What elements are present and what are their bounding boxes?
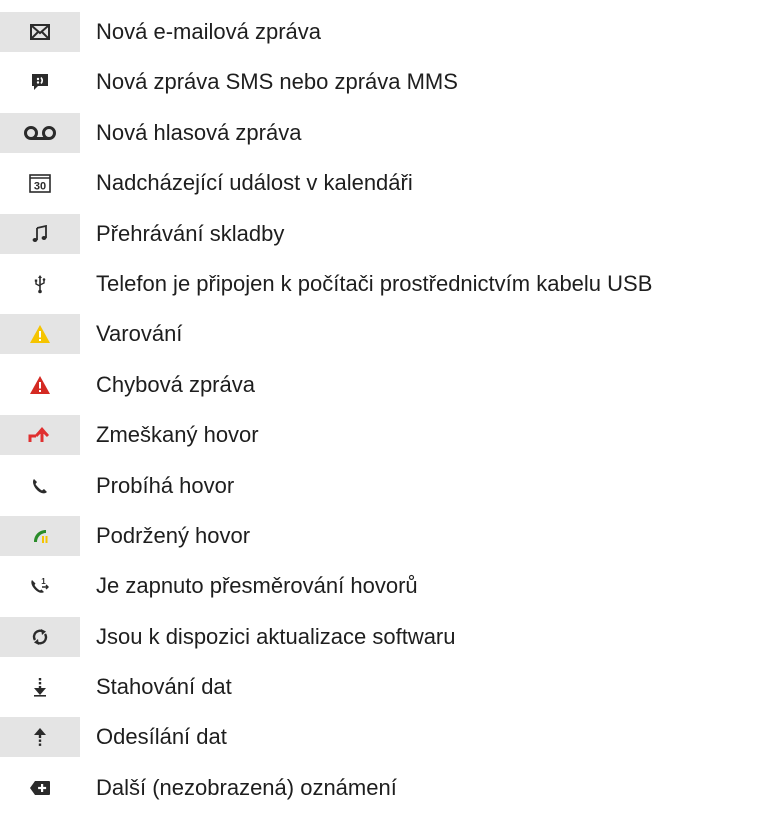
upload-icon	[0, 717, 80, 758]
legend-row-call-on-hold: Podržený hovor	[0, 511, 775, 561]
legend-row-more-notifications: Další (nezobrazená) oznámení	[0, 763, 775, 813]
legend-label: Zmeškaný hovor	[96, 422, 259, 448]
download-icon	[0, 667, 80, 707]
call-forwarding-icon: 1	[0, 566, 80, 606]
sms-mms-icon	[0, 62, 80, 102]
legend-row-software-update: Jsou k dispozici aktualizace softwaru	[0, 612, 775, 662]
legend-label: Nová zpráva SMS nebo zpráva MMS	[96, 69, 458, 95]
legend-label: Nová e-mailová zpráva	[96, 19, 321, 44]
legend-label: Chybová zpráva	[96, 371, 255, 397]
missed-call-icon	[0, 415, 80, 456]
legend-row-download: Stahování dat	[0, 662, 775, 712]
software-update-icon	[0, 616, 80, 657]
legend-label: Nadcházející událost v kalendáři	[96, 170, 413, 196]
legend-row-warning: Varování	[0, 309, 775, 359]
legend-label: Telefon je připojen k počítači prostředn…	[96, 270, 653, 296]
legend-row-sms-mms: Nová zpráva SMS nebo zpráva MMS	[0, 57, 775, 107]
legend-label: Jsou k dispozici aktualizace softwaru	[96, 623, 456, 649]
legend-label: Odesílání dat	[96, 724, 227, 750]
legend-label: Další (nezobrazená) oznámení	[96, 774, 397, 800]
legend-row-call-in-progress: Probíhá hovor	[0, 461, 775, 511]
legend-label: Nová hlasová zpráva	[96, 119, 302, 145]
legend-row-calendar: 30 Nadcházející událost v kalendáři	[0, 158, 775, 208]
notification-icon-legend: Nová e-mailová zpráva Nová zpráva SMS ne…	[0, 7, 775, 813]
more-notifications-icon	[0, 768, 80, 808]
warning-icon	[0, 314, 80, 355]
calendar-icon-day: 30	[34, 181, 46, 193]
legend-label: Probíhá hovor	[96, 472, 235, 498]
legend-row-email: Nová e-mailová zpráva	[0, 7, 775, 57]
call-in-progress-icon	[0, 466, 80, 506]
usb-icon	[0, 264, 80, 304]
legend-label: Varování	[96, 321, 183, 347]
legend-row-upload: Odesílání dat	[0, 712, 775, 762]
voicemail-icon	[0, 112, 80, 153]
calendar-icon: 30	[0, 163, 80, 203]
call-forwarding-icon-digit: 1	[41, 577, 46, 586]
legend-row-call-forwarding: 1 Je zapnuto přesměrování hovorů	[0, 561, 775, 611]
email-icon	[0, 12, 80, 52]
music-note-icon	[0, 213, 80, 254]
legend-label: Stahování dat	[96, 674, 232, 700]
call-on-hold-icon	[0, 515, 80, 556]
legend-row-error: Chybová zpráva	[0, 360, 775, 410]
legend-row-music: Přehrávání skladby	[0, 209, 775, 259]
legend-row-usb: Telefon je připojen k počítači prostředn…	[0, 259, 775, 309]
legend-row-voicemail: Nová hlasová zpráva	[0, 108, 775, 158]
legend-row-missed-call: Zmeškaný hovor	[0, 410, 775, 460]
legend-label: Přehrávání skladby	[96, 220, 285, 246]
legend-label: Podržený hovor	[96, 522, 251, 548]
error-icon	[0, 365, 80, 405]
legend-label: Je zapnuto přesměrování hovorů	[96, 573, 418, 599]
